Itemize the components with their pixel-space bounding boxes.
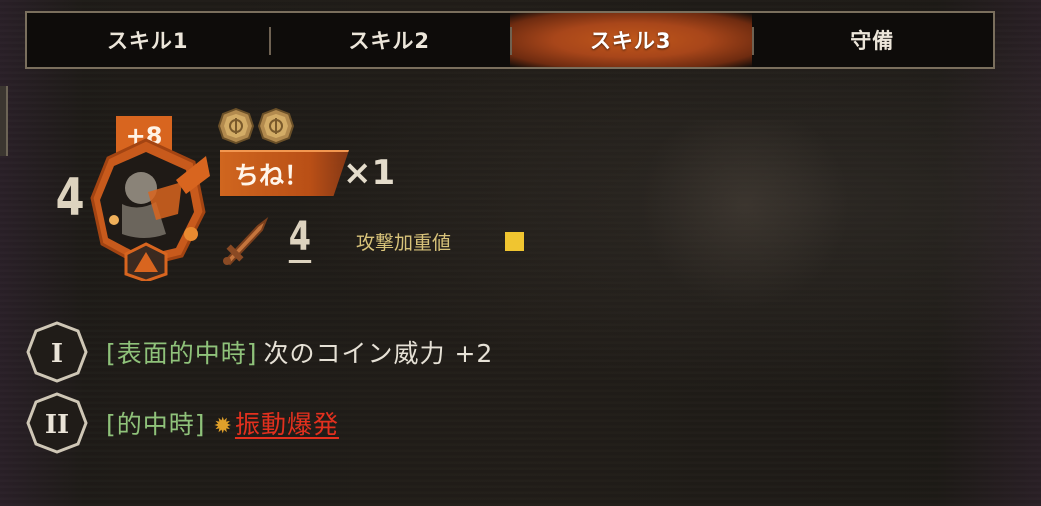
attack-level: 4 [288,214,312,263]
tab-skill-2[interactable]: スキル2 [268,13,511,67]
sin-affinity-icon [124,242,168,283]
coin-multiplier: ×1 [343,153,396,193]
background-character-silhouette [640,120,850,310]
tab-label: 守備 [850,29,895,53]
attack-weight-label: 攻撃加重値 [356,232,452,254]
coin-effect-text: [的中時] ✹振動爆発 [106,405,339,441]
side-panel-edge [0,86,8,156]
coin-row [218,108,294,144]
effect-condition: [的中時] [106,410,206,439]
skill-name: ちね！ [220,150,350,196]
tab-defense[interactable]: 守備 [751,13,994,67]
tab-label: スキル2 [348,29,431,53]
coin-effect-row-1: I [表面的中時] 次のコイン威力 +2 [26,321,493,383]
skill-icon: +8 [86,116,216,283]
coin-effect-text: [表面的中時] 次のコイン威力 +2 [106,334,493,370]
skill-tab-bar: スキル1 スキル2 スキル3 守備 [25,11,995,69]
skill-name-banner: ちね！ ×1 [220,150,395,196]
coin-number-badge: II [26,392,88,454]
skill-detail-panel: スキル1 スキル2 スキル3 守備 4 +8 ちね！ ×1 4 攻撃加重値 I … [0,0,1041,506]
attack-weight-indicator [505,232,524,251]
effect-condition: [表面的中時] [106,339,258,368]
tab-skill-3[interactable]: スキル3 [510,13,752,67]
coin-effect-row-2: II [的中時] ✹振動爆発 [26,392,339,454]
tab-label: スキル3 [589,29,672,53]
tab-label: スキル1 [106,29,189,53]
effect-description: 次のコイン威力 +2 [263,339,494,368]
sword-icon [223,217,269,266]
base-coin-power: 4 [55,168,85,228]
coin-icon [258,108,294,144]
coin-number-badge: I [26,321,88,383]
coin-icon [218,108,254,144]
svg-text:I: I [51,339,63,369]
svg-text:II: II [45,410,69,440]
burst-icon: ✹ [213,414,233,439]
tab-skill-1[interactable]: スキル1 [27,13,269,67]
keyword-link[interactable]: 振動爆発 [235,410,339,439]
